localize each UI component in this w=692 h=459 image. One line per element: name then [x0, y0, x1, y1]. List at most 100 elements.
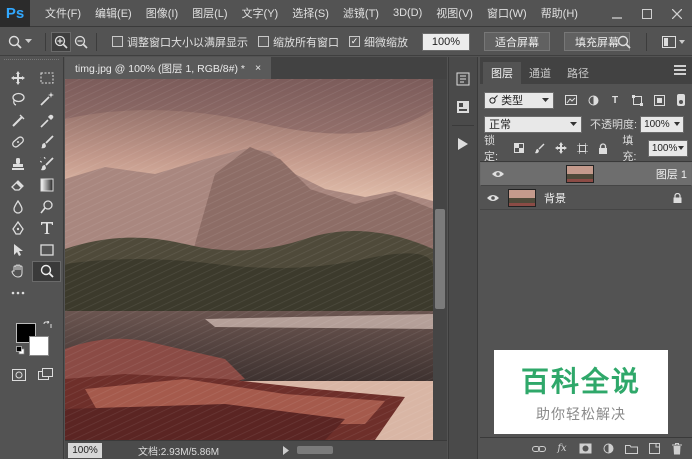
lock-image-pixels-icon[interactable] [533, 141, 547, 155]
zoom-all-windows-checkbox[interactable] [258, 36, 269, 47]
scrubby-zoom-checkbox[interactable]: ✓ [349, 36, 360, 47]
tab-channels[interactable]: 通道 [521, 62, 559, 84]
layer-name[interactable]: 背景 [544, 190, 566, 206]
lock-position-icon[interactable] [554, 141, 568, 155]
filter-type-icon[interactable]: T [608, 93, 622, 107]
zoom-in-button[interactable] [51, 31, 71, 52]
search-icon[interactable] [617, 35, 631, 49]
zoom-out-button[interactable] [71, 32, 91, 52]
path-selection-tool[interactable] [3, 239, 32, 261]
edit-toolbar-button[interactable] [3, 282, 32, 304]
zoom-all-windows-option[interactable]: 缩放所有窗口 [258, 34, 339, 50]
zoom-100-button[interactable]: 100% [422, 32, 470, 51]
quick-mask-button[interactable] [12, 369, 26, 381]
minimize-button[interactable] [602, 0, 632, 27]
menu-window[interactable]: 窗口(W) [480, 5, 534, 21]
tab-layers[interactable]: 图层 [483, 62, 521, 84]
clone-stamp-tool[interactable] [3, 153, 32, 175]
menu-select[interactable]: 选择(S) [285, 5, 336, 21]
document-tab[interactable]: timg.jpg @ 100% (图层 1, RGB/8#) * × [65, 57, 272, 79]
menu-type[interactable]: 文字(Y) [235, 5, 286, 21]
filter-shape-icon[interactable] [630, 93, 644, 107]
zoom-level-field[interactable]: 100% [68, 442, 102, 458]
watermark-title: 百科全说 [520, 365, 641, 398]
link-layers-icon[interactable] [532, 442, 546, 456]
resize-windows-checkbox[interactable] [112, 36, 123, 47]
menu-image[interactable]: 图像(I) [139, 5, 185, 21]
properties-panel-button[interactable] [449, 95, 477, 119]
quick-selection-tool[interactable] [32, 89, 61, 111]
workspace-switcher-icon[interactable] [662, 35, 686, 49]
vertical-scroll-thumb[interactable] [435, 209, 445, 309]
add-mask-icon[interactable] [578, 442, 592, 456]
filter-pixel-icon[interactable] [564, 93, 578, 107]
eraser-tool[interactable] [3, 175, 32, 197]
pen-tool[interactable] [3, 218, 32, 240]
tool-preset-picker[interactable] [0, 35, 40, 49]
blur-tool[interactable] [3, 196, 32, 218]
history-brush-tool[interactable] [32, 153, 61, 175]
layer-style-icon[interactable]: fx [555, 442, 569, 456]
eyedropper-tool[interactable] [32, 110, 61, 132]
document-canvas[interactable] [65, 79, 433, 440]
lock-artboard-icon[interactable] [575, 141, 589, 155]
layer-name[interactable]: 图层 1 [656, 166, 687, 182]
actions-panel-button[interactable] [449, 132, 477, 156]
layer-row-background[interactable]: 背景 [480, 186, 692, 210]
marquee-tool[interactable] [32, 67, 61, 89]
filter-adjustment-icon[interactable] [586, 93, 600, 107]
lock-transparent-pixels-icon[interactable] [512, 141, 526, 155]
filter-kind-select[interactable]: 类型 [484, 91, 554, 109]
menu-help[interactable]: 帮助(H) [534, 5, 585, 21]
vertical-scrollbar[interactable] [433, 79, 447, 440]
close-window-button[interactable] [662, 0, 692, 27]
menu-file[interactable]: 文件(F) [38, 5, 88, 21]
swap-colors-icon[interactable] [43, 321, 52, 330]
lock-all-icon[interactable] [596, 141, 610, 155]
screen-mode-button[interactable] [38, 368, 54, 385]
scrubby-zoom-option[interactable]: ✓ 细微缩放 [349, 34, 408, 50]
history-panel-button[interactable] [449, 67, 477, 91]
horizontal-scroll-thumb[interactable] [297, 446, 333, 454]
dodge-tool[interactable] [32, 196, 61, 218]
filter-toggle-icon[interactable] [674, 93, 688, 107]
opacity-field[interactable]: 100% [640, 115, 685, 133]
menu-edit[interactable]: 编辑(E) [88, 5, 139, 21]
layer-thumbnail [508, 188, 536, 207]
menu-layer[interactable]: 图层(L) [185, 5, 234, 21]
blend-mode-select[interactable]: 正常 [484, 115, 582, 133]
fill-field[interactable]: 100% [647, 139, 688, 157]
type-tool[interactable] [32, 218, 61, 240]
visibility-toggle[interactable] [485, 170, 511, 178]
tab-paths[interactable]: 路径 [559, 62, 597, 84]
zoom-tool[interactable] [32, 260, 61, 282]
lasso-tool[interactable] [3, 89, 32, 111]
healing-brush-tool[interactable] [3, 132, 32, 154]
resize-windows-option[interactable]: 调整窗口大小以满屏显示 [112, 34, 248, 50]
rectangle-tool[interactable] [32, 239, 61, 261]
gradient-tool[interactable] [32, 175, 61, 197]
background-color-swatch[interactable] [29, 336, 49, 356]
document-size-info[interactable]: 文档:2.93M/5.86M [138, 443, 219, 458]
menu-3d[interactable]: 3D(D) [386, 7, 429, 19]
fit-screen-button[interactable]: 适合屏幕 [484, 32, 550, 51]
hand-tool[interactable] [3, 261, 32, 283]
menu-filter[interactable]: 滤镜(T) [336, 5, 386, 21]
layer-row-layer-1[interactable]: 图层 1 [480, 162, 692, 186]
close-tab-button[interactable]: × [255, 62, 261, 74]
crop-tool[interactable] [3, 110, 32, 132]
brush-tool[interactable] [32, 132, 61, 154]
move-tool[interactable] [3, 67, 32, 89]
menu-view[interactable]: 视图(V) [429, 5, 480, 21]
maximize-button[interactable] [632, 0, 662, 27]
lock-fill-row: 锁定: 填充: 100% [480, 135, 692, 163]
panel-menu-icon[interactable] [674, 65, 686, 75]
delete-layer-icon[interactable] [670, 442, 684, 456]
status-menu-arrow-icon[interactable] [283, 446, 289, 455]
new-layer-icon[interactable] [647, 442, 661, 456]
new-adjustment-layer-icon[interactable] [601, 442, 615, 456]
new-group-icon[interactable] [624, 442, 638, 456]
default-colors-icon[interactable] [16, 346, 25, 355]
visibility-toggle[interactable] [480, 194, 506, 202]
filter-smart-object-icon[interactable] [652, 93, 666, 107]
